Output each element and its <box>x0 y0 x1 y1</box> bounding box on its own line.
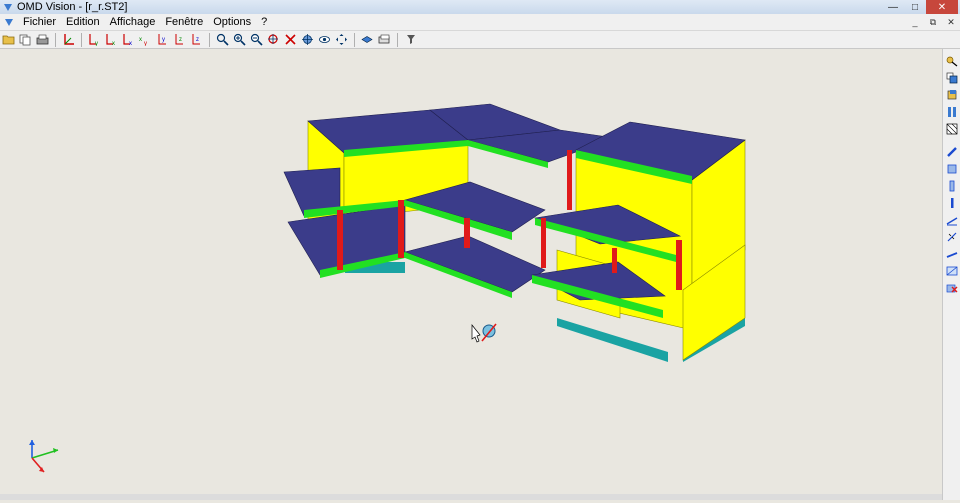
column <box>612 248 617 273</box>
svg-text:y: y <box>95 41 98 46</box>
mdi-minimize-button[interactable]: _ <box>907 15 923 29</box>
title-bar: OMD Vision - [r_r.ST2] — □ ✕ <box>0 0 960 14</box>
layers-icon[interactable] <box>377 32 392 47</box>
display-mode-icon[interactable] <box>360 32 375 47</box>
column <box>541 218 546 268</box>
delete-icon[interactable] <box>945 281 959 294</box>
column <box>464 218 470 248</box>
close-button[interactable]: ✕ <box>926 0 958 14</box>
mdi-restore-button[interactable]: ⧉ <box>925 15 941 29</box>
view-xz-icon[interactable]: z <box>172 32 187 47</box>
view-ly-icon[interactable]: y <box>87 32 102 47</box>
svg-text:y: y <box>144 41 147 46</box>
app-icon <box>4 4 12 11</box>
eye-icon[interactable] <box>317 32 332 47</box>
menu-help[interactable]: ? <box>256 16 272 28</box>
load-icon[interactable] <box>945 213 959 226</box>
column-icon[interactable] <box>945 196 959 209</box>
svg-text:x: x <box>139 37 142 43</box>
view-lx2-icon[interactable]: x <box>121 32 136 47</box>
document-icon[interactable] <box>4 17 14 27</box>
select-icon[interactable] <box>283 32 298 47</box>
column <box>567 150 572 210</box>
maximize-button[interactable]: □ <box>904 0 926 14</box>
menu-bar: Fichier Edition Affichage Fenêtre Option… <box>0 14 960 31</box>
query-icon[interactable] <box>945 54 959 67</box>
svg-text:z: z <box>196 37 199 43</box>
menu-fichier[interactable]: Fichier <box>18 16 61 28</box>
axis-icon[interactable] <box>61 32 76 47</box>
view-yz-icon[interactable]: z <box>189 32 204 47</box>
mdi-close-button[interactable]: ✕ <box>943 15 959 29</box>
window-title: OMD Vision - [r_r.ST2] <box>17 1 128 13</box>
right-toolbar <box>942 49 960 500</box>
3d-viewport[interactable] <box>0 49 942 500</box>
column <box>398 200 404 258</box>
slab-icon[interactable] <box>945 162 959 175</box>
beam-icon[interactable] <box>945 145 959 158</box>
frame-icon[interactable] <box>945 264 959 277</box>
menu-edition[interactable]: Edition <box>61 16 105 28</box>
building-model[interactable] <box>0 49 942 500</box>
foundation-strip <box>557 318 668 362</box>
open-icon[interactable] <box>1 32 16 47</box>
menu-fenetre[interactable]: Fenêtre <box>160 16 208 28</box>
box-icon[interactable] <box>945 88 959 101</box>
filter-icon[interactable] <box>403 32 418 47</box>
status-bar <box>0 494 942 500</box>
pan-icon[interactable] <box>334 32 349 47</box>
minimize-button[interactable]: — <box>882 0 904 14</box>
zoom-all-icon[interactable] <box>266 32 281 47</box>
column <box>676 240 682 290</box>
zoom-window-icon[interactable] <box>215 32 230 47</box>
zoom-in-icon[interactable] <box>232 32 247 47</box>
line-load-icon[interactable] <box>945 230 959 243</box>
view-xy2-icon[interactable]: y <box>155 32 170 47</box>
zoom-out-icon[interactable] <box>249 32 264 47</box>
view-xy-icon[interactable]: xy <box>138 32 153 47</box>
columns-icon[interactable] <box>945 105 959 118</box>
svg-text:z: z <box>179 37 182 43</box>
copy-layers-icon[interactable] <box>945 71 959 84</box>
copy-icon[interactable] <box>18 32 33 47</box>
edge-icon[interactable] <box>945 247 959 260</box>
print-icon[interactable] <box>35 32 50 47</box>
axis-triad <box>29 440 59 473</box>
svg-text:x: x <box>129 41 132 46</box>
menu-options[interactable]: Options <box>208 16 256 28</box>
rotate-icon[interactable] <box>300 32 315 47</box>
mesh-icon[interactable] <box>945 122 959 135</box>
svg-text:x: x <box>112 41 115 46</box>
wall-icon[interactable] <box>945 179 959 192</box>
view-lx-icon[interactable]: x <box>104 32 119 47</box>
svg-text:y: y <box>162 37 165 43</box>
column <box>337 210 343 270</box>
main-toolbar: y x x xy y z z <box>0 31 960 49</box>
menu-affichage[interactable]: Affichage <box>105 16 161 28</box>
